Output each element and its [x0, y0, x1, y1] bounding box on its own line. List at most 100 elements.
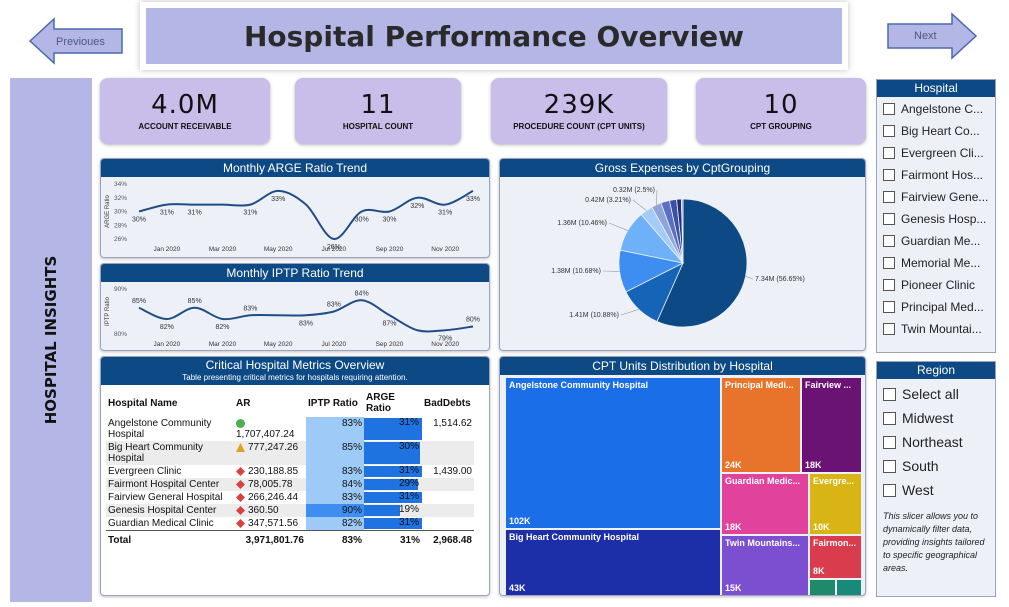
slicer-option[interactable]: Memorial Me...	[877, 252, 995, 274]
table-row[interactable]: Guardian Medical Clinic 347,571.56 82% 31%	[106, 517, 474, 531]
slicer-option-label: Angelstone C...	[901, 102, 984, 116]
treemap-cell[interactable]: Twin Mountains... 15K	[721, 535, 809, 595]
treemap-cell[interactable]: Angelstone Community Hospital 102K	[505, 377, 721, 529]
table-row[interactable]: Angelstone Community Hospital 1,707,407.2…	[106, 417, 474, 441]
checkbox-icon[interactable]	[883, 191, 895, 203]
ar-value: 360.50	[248, 505, 279, 516]
checkbox-icon[interactable]	[883, 235, 895, 247]
slicer-option[interactable]: Evergreen Cli...	[877, 142, 995, 164]
treemap-cell-label: Angelstone Community Hospital	[509, 380, 649, 390]
checkbox-icon[interactable]	[883, 169, 895, 181]
table-row[interactable]: Genesis Hospital Center 360.50 90% 19%	[106, 504, 474, 517]
red-status-icon	[236, 492, 245, 502]
table-row[interactable]: Fairmont Hospital Center 78,005.78 84% 29%	[106, 478, 474, 491]
y-axis-label: ARGE Ratio	[105, 195, 111, 228]
sidebar-banner: HOSPITAL INSIGHTS	[10, 78, 92, 602]
slicer-option[interactable]: Northeast	[877, 430, 995, 454]
x-tick-label: Mar 2020	[209, 341, 237, 348]
treemap-cell-value: 18K	[725, 522, 742, 532]
checkbox-icon[interactable]	[883, 279, 895, 291]
treemap-cell[interactable]	[836, 579, 862, 595]
pie-data-label: 1.38M (10.68%)	[551, 268, 601, 275]
slicer-option[interactable]: Angelstone C...	[877, 98, 995, 120]
column-header[interactable]: AR	[234, 389, 306, 417]
checkbox-icon[interactable]	[883, 387, 896, 401]
arge-value: 29%	[398, 478, 419, 489]
column-header[interactable]: BadDebts	[422, 389, 474, 417]
checkbox-icon[interactable]	[883, 411, 896, 425]
data-label: 83%	[299, 320, 313, 327]
slicer-option[interactable]: Fairmont Hos...	[877, 164, 995, 186]
iptp-cell: 82%	[306, 517, 364, 531]
slicer-option-label: Evergreen Cli...	[901, 146, 984, 160]
treemap-cell[interactable]: Guardian Medic... 18K	[721, 473, 809, 535]
checkbox-icon[interactable]	[883, 103, 895, 115]
slicer-option[interactable]: Midwest	[877, 406, 995, 430]
iptp-cell: 83%	[306, 465, 364, 478]
checkbox-icon[interactable]	[883, 483, 896, 497]
checkbox-icon[interactable]	[883, 213, 895, 225]
pie-data-label: 0.42M (3.21%)	[585, 197, 631, 204]
treemap-cell[interactable]: Fairview ... 18K	[801, 377, 862, 473]
ar-cell: 230,188.85	[234, 465, 306, 478]
arge-cell: 31%	[364, 417, 422, 441]
table-row[interactable]: Big Heart Community Hospital 777,247.26 85…	[106, 441, 474, 465]
data-label: 30%	[132, 217, 146, 224]
slicer-title: Region	[877, 362, 995, 379]
treemap-cell-value: 8K	[813, 566, 825, 576]
checkbox-icon[interactable]	[883, 125, 895, 137]
slicer-option[interactable]: West	[877, 478, 995, 502]
slicer-option[interactable]: Select all	[877, 382, 995, 406]
data-label: 80%	[466, 317, 480, 324]
pie-leader-line	[655, 189, 658, 205]
column-header[interactable]: ARGE Ratio	[364, 389, 422, 417]
kpi-label: CPT GROUPING	[750, 122, 812, 131]
baddebts-cell	[422, 491, 474, 504]
treemap-cell[interactable]: Big Heart Community Hospital 43K	[505, 529, 721, 595]
data-label: 31%	[188, 210, 202, 217]
data-label: 32%	[410, 203, 424, 210]
table-row[interactable]: Fairview General Hospital 266,246.44 83% 31…	[106, 491, 474, 504]
slicer-option[interactable]: Fairview Gene...	[877, 186, 995, 208]
treemap-cell-label: Evergre...	[813, 476, 855, 486]
treemap-cell[interactable]: Fairmon... 8K	[809, 535, 862, 579]
slicer-option[interactable]: Big Heart Co...	[877, 120, 995, 142]
total-ar-cell: 3,971,801.76	[234, 530, 306, 547]
checkbox-icon[interactable]	[883, 323, 895, 335]
table-row[interactable]: Evergreen Clinic 230,188.85 83% 31% 1,439.00	[106, 465, 474, 478]
checkbox-icon[interactable]	[883, 459, 896, 473]
baddebts-cell	[422, 517, 474, 531]
slicer-option-label: Memorial Me...	[901, 256, 981, 270]
checkbox-icon[interactable]	[883, 257, 895, 269]
pie-data-label: 0.32M (2.5%)	[613, 187, 655, 194]
checkbox-icon[interactable]	[883, 435, 896, 449]
baddebts-cell	[422, 504, 474, 517]
region-slicer: Region Select all Midwest Northeast South We…	[876, 361, 996, 597]
treemap-cell[interactable]	[809, 579, 836, 595]
iptp-cell: 83%	[306, 491, 364, 504]
checkbox-icon[interactable]	[883, 301, 895, 313]
column-header[interactable]: Hospital Name	[106, 389, 234, 417]
slicer-option[interactable]: Principal Med...	[877, 296, 995, 318]
slicer-option[interactable]: Twin Mountai...	[877, 318, 995, 340]
slicer-option[interactable]: Genesis Hosp...	[877, 208, 995, 230]
red-status-icon	[236, 466, 245, 476]
slicer-option[interactable]: South	[877, 454, 995, 478]
total-iptp-cell: 83%	[306, 530, 364, 547]
iptp-cell: 84%	[306, 478, 364, 491]
slicer-option[interactable]: Guardian Me...	[877, 230, 995, 252]
treemap-cell-label: Fairmon...	[813, 538, 857, 548]
checkbox-icon[interactable]	[883, 147, 895, 159]
ar-value: 266,246.44	[248, 492, 299, 503]
treemap-cell[interactable]: Evergre... 10K	[809, 473, 862, 535]
arge-cell: 30%	[364, 441, 422, 465]
green-status-icon	[236, 418, 245, 428]
hospital-name-cell: Fairview General Hospital	[106, 491, 234, 504]
slicer-option-label: West	[902, 482, 934, 498]
treemap-cell-label: Guardian Medic...	[725, 476, 801, 486]
ar-cell: 360.50	[234, 504, 306, 517]
slicer-option[interactable]: Pioneer Clinic	[877, 274, 995, 296]
table-title: Critical Hospital Metrics Overview	[101, 357, 489, 373]
treemap-cell[interactable]: Principal Medi... 24K	[721, 377, 801, 473]
column-header[interactable]: IPTP Ratio	[306, 389, 364, 417]
